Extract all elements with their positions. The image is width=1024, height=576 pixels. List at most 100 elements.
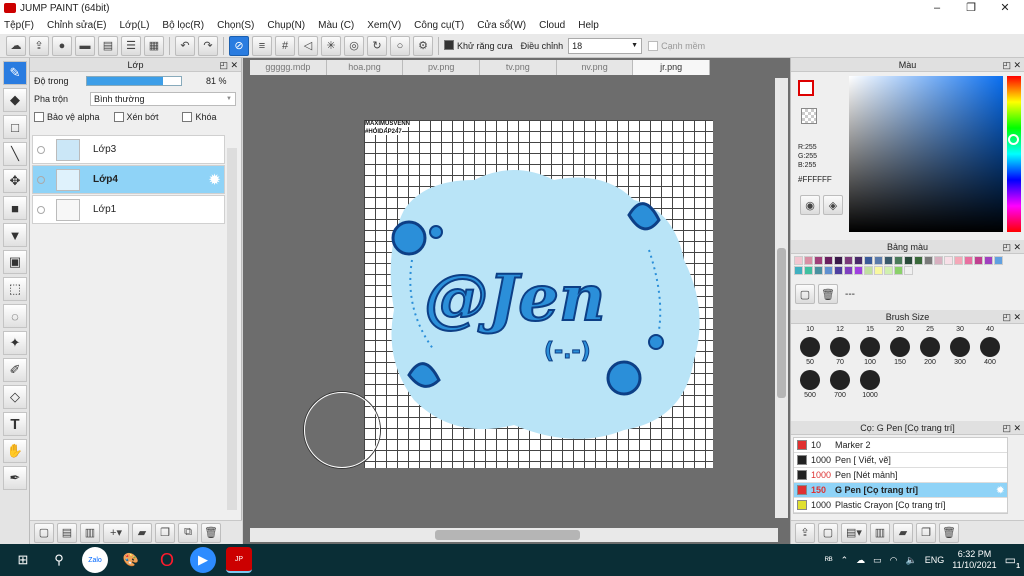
palette-swatch[interactable] <box>904 266 913 275</box>
tab-jr[interactable]: jr.png <box>633 60 711 75</box>
size-label[interactable]: 10 <box>795 326 825 333</box>
palette-swatch[interactable] <box>984 256 993 265</box>
radial-icon[interactable]: ✳ <box>321 35 341 56</box>
antialias-check-icon[interactable] <box>444 40 454 51</box>
size-label[interactable]: 40 <box>975 326 1005 333</box>
palette-swatch[interactable] <box>934 256 943 265</box>
crosshatch-icon[interactable]: # <box>275 35 295 56</box>
rectangle-tool-icon[interactable]: □ <box>3 115 27 139</box>
paint-app-icon[interactable]: 🎨 <box>118 547 144 573</box>
vertical-scroll-thumb[interactable] <box>777 248 786 398</box>
eraser-tool-icon[interactable]: ◆ <box>3 88 27 112</box>
menu-help[interactable]: Help <box>578 20 599 31</box>
menu-view[interactable]: Xem(V) <box>367 20 401 31</box>
zalo-icon[interactable]: Zalo <box>82 547 108 573</box>
lasso-icon[interactable]: ◌ <box>3 304 27 328</box>
palette-swatch[interactable] <box>994 256 1003 265</box>
palette-swatch[interactable] <box>954 256 963 265</box>
notification-icon[interactable]: ▭ 1 <box>1005 553 1020 570</box>
gradient-tool-icon[interactable]: ▣ <box>3 250 27 274</box>
opacity-slider[interactable] <box>86 76 182 86</box>
tab-nv[interactable]: nv.png <box>556 60 634 75</box>
magic-wand-icon[interactable]: ✦ <box>3 331 27 355</box>
search-icon[interactable]: ⚲ <box>46 547 72 573</box>
palette-swatch[interactable] <box>794 256 803 265</box>
palette-swatch[interactable] <box>824 266 833 275</box>
minimize-button[interactable]: – <box>920 0 954 16</box>
size-label[interactable]: 25 <box>915 326 945 333</box>
new-layer-icon[interactable]: ▢ <box>34 522 54 543</box>
panel-close-icon[interactable]: ◰ ✕ <box>1002 58 1021 72</box>
maximize-button[interactable]: ❐ <box>954 0 988 16</box>
windows-start-icon[interactable]: ⊞ <box>10 547 36 573</box>
palette-swatch[interactable] <box>814 266 823 275</box>
palette-swatch[interactable] <box>834 266 843 275</box>
move-tool-icon[interactable]: ✥ <box>3 169 27 193</box>
duplicate-icon[interactable]: ❐ <box>916 522 936 543</box>
menu-edit[interactable]: Chỉnh sửa(E) <box>47 20 107 31</box>
transparent-swatch[interactable] <box>801 108 817 124</box>
brush-add-menu-icon[interactable]: ▤▾ <box>841 522 867 543</box>
people-icon[interactable]: ᴿᴮ <box>825 555 833 565</box>
jump-paint-taskbar-icon[interactable]: JP <box>226 547 252 573</box>
palette-swatch[interactable] <box>944 256 953 265</box>
brush-size-option[interactable]: 70 <box>825 337 855 366</box>
speech-bubble-icon[interactable]: ● <box>52 35 72 56</box>
concentric-icon[interactable]: ◎ <box>344 35 364 56</box>
palette-swatch[interactable] <box>874 266 883 275</box>
palette-swatch[interactable] <box>874 256 883 265</box>
menu-file[interactable]: Tệp(F) <box>4 20 34 31</box>
palette-swatch[interactable] <box>804 266 813 275</box>
menu-filter[interactable]: Bộ lọc(R) <box>162 20 204 31</box>
brush-item[interactable]: 1000 Pen [Nét mảnh] <box>794 468 1007 483</box>
lock-checkbox[interactable] <box>182 112 193 122</box>
zoom-icon[interactable]: ▶ <box>190 547 216 573</box>
brush-new-icon[interactable]: ▢ <box>818 522 838 543</box>
palette-swatch[interactable] <box>884 266 893 275</box>
eyedropper-icon[interactable]: ✒ <box>3 466 27 490</box>
menu-color[interactable]: Màu (C) <box>318 20 354 31</box>
hue-slider-knob[interactable] <box>1008 134 1019 145</box>
size-label[interactable]: 12 <box>825 326 855 333</box>
brush-size-option[interactable]: 1000 <box>855 370 885 399</box>
new-page-icon[interactable]: ▤ <box>57 522 77 543</box>
brush-size-option[interactable]: 200 <box>915 337 945 366</box>
size-label[interactable]: 15 <box>855 326 885 333</box>
palette-swatch[interactable] <box>834 256 843 265</box>
layer-settings-gear-icon[interactable]: ✹ <box>209 172 220 188</box>
canvas-horizontal-scrollbar[interactable] <box>250 528 778 542</box>
tab-pv[interactable]: pv.png <box>403 60 481 75</box>
brush-size-option[interactable]: 400 <box>975 337 1005 366</box>
brush-item[interactable]: 10 Marker 2 <box>794 438 1007 453</box>
drawing-canvas[interactable]: @Jen (-.-) MAXIMUSVENN #HOIDAP247 <box>364 120 713 468</box>
panel-close-icon[interactable]: ◰ ✕ <box>219 58 238 72</box>
brush-size-option[interactable]: 300 <box>945 337 975 366</box>
tab-hoa[interactable]: hoa.png <box>326 60 404 75</box>
circle-snap-icon[interactable]: ○ <box>390 35 410 56</box>
tab-tv[interactable]: tv.png <box>480 60 557 75</box>
list-icon[interactable]: ☰ <box>121 35 141 56</box>
menu-tools[interactable]: Công cụ(T) <box>414 20 464 31</box>
palette-swatch[interactable] <box>864 266 873 275</box>
brush-item[interactable]: 1000 Plastic Crayon [Cọ trang trí] <box>794 498 1007 513</box>
upload-icon[interactable]: ⇪ <box>29 35 49 56</box>
palette-swatch[interactable] <box>854 256 863 265</box>
opera-icon[interactable]: O <box>154 547 180 573</box>
clock[interactable]: 6:32 PM 11/10/2021 <box>952 549 996 571</box>
select-rect-icon[interactable]: ⬚ <box>3 277 27 301</box>
menu-capture[interactable]: Chụp(N) <box>267 20 305 31</box>
brush-size-option[interactable]: 100 <box>855 337 885 366</box>
copy-layer-icon[interactable]: ❐ <box>155 522 175 543</box>
add-palette-icon[interactable]: ▢ <box>795 284 815 304</box>
palette-swatch[interactable] <box>894 266 903 275</box>
fill-rect-tool-icon[interactable]: ■ <box>3 196 27 220</box>
curve-icon[interactable]: ↻ <box>367 35 387 56</box>
palette-swatch[interactable] <box>914 256 923 265</box>
bucket-tool-icon[interactable]: ▼ <box>3 223 27 247</box>
language-indicator[interactable]: ENG <box>925 555 945 565</box>
snap-off-icon[interactable]: ⊘ <box>229 35 249 56</box>
visibility-icon[interactable] <box>37 175 45 184</box>
palette-swatch[interactable] <box>814 256 823 265</box>
parallel-lines-icon[interactable]: ≡ <box>252 35 272 56</box>
panel-close-icon[interactable]: ◰ ✕ <box>1002 240 1021 254</box>
